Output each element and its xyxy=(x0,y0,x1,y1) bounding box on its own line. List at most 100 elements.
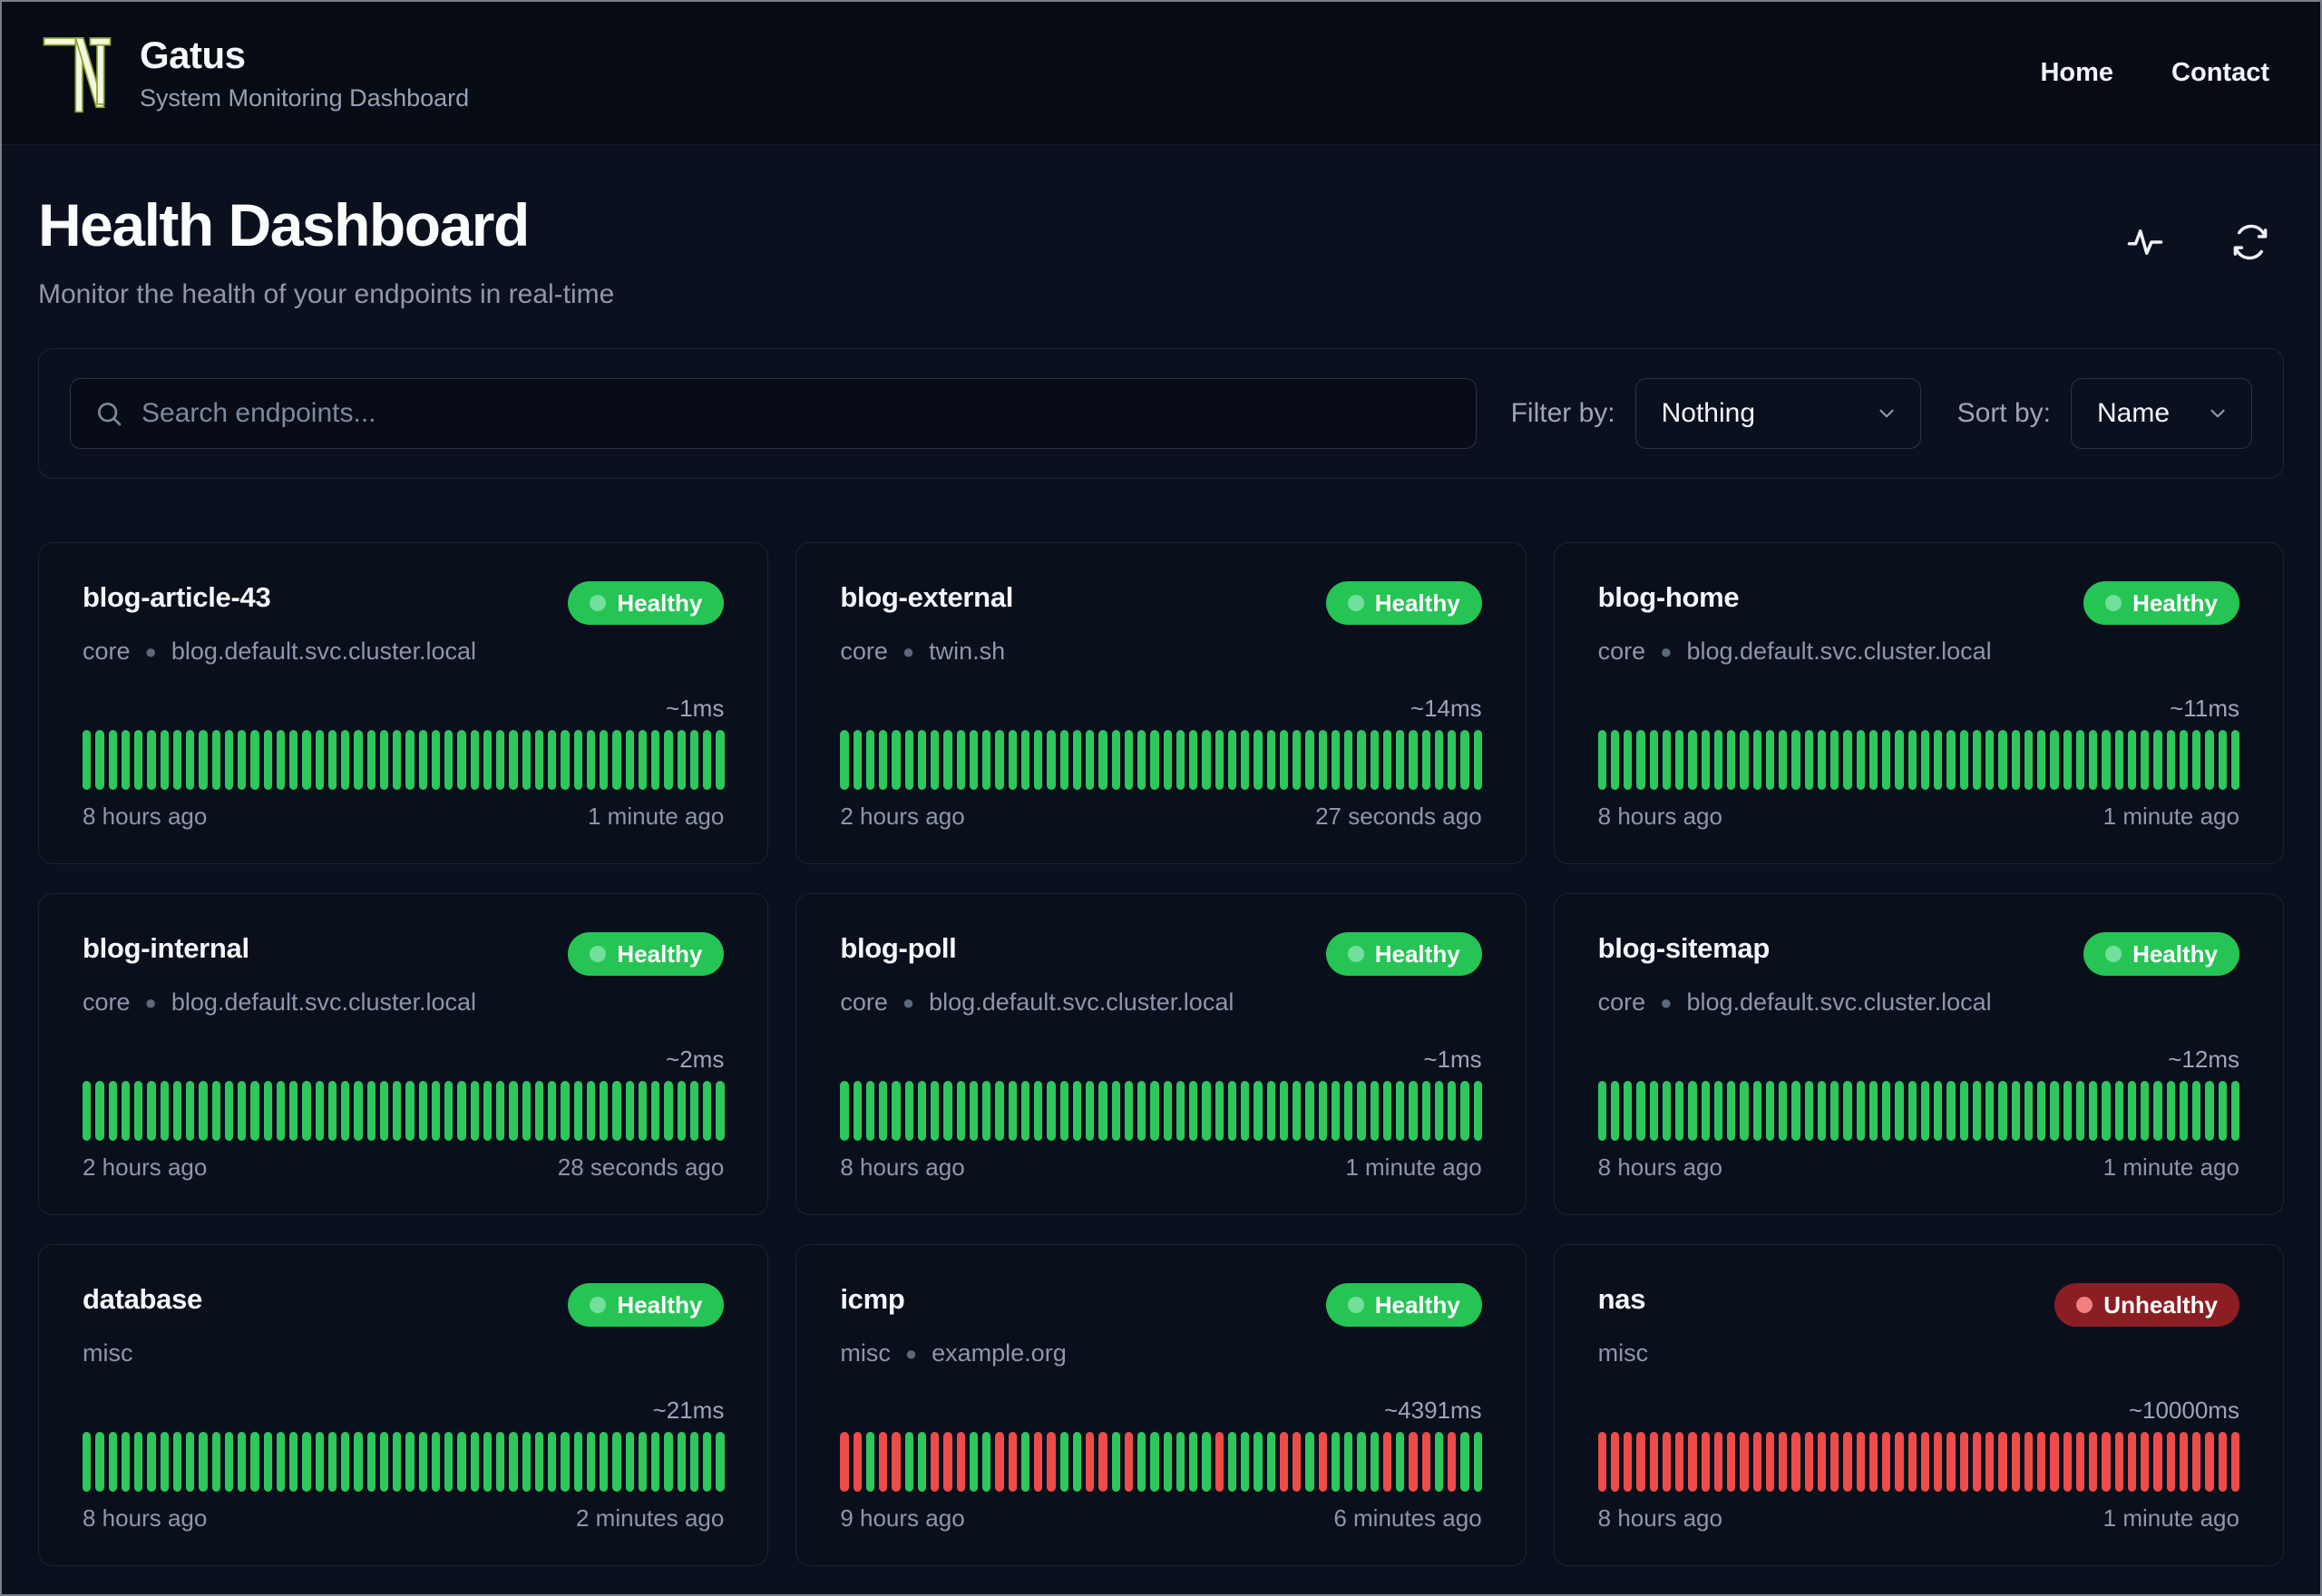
status-bar[interactable] xyxy=(677,1081,686,1141)
status-bar[interactable] xyxy=(1920,730,1930,790)
status-bar[interactable] xyxy=(586,730,595,790)
status-bar[interactable] xyxy=(147,1432,156,1492)
status-bar[interactable] xyxy=(1086,730,1095,790)
status-bar[interactable] xyxy=(1448,730,1457,790)
status-bar[interactable] xyxy=(1047,1432,1056,1492)
status-bar[interactable] xyxy=(1318,1081,1327,1141)
status-bar[interactable] xyxy=(677,1432,686,1492)
status-bar[interactable] xyxy=(431,730,440,790)
status-bar[interactable] xyxy=(418,730,427,790)
status-bar[interactable] xyxy=(982,1432,991,1492)
status-bar[interactable] xyxy=(315,730,324,790)
status-bar[interactable] xyxy=(341,1432,350,1492)
status-bar[interactable] xyxy=(172,730,181,790)
status-bar[interactable] xyxy=(1189,730,1198,790)
status-bar[interactable] xyxy=(892,1081,901,1141)
status-bar[interactable] xyxy=(1421,730,1430,790)
status-bar[interactable] xyxy=(2192,1081,2201,1141)
status-bar[interactable] xyxy=(865,730,875,790)
status-bar[interactable] xyxy=(1791,730,1800,790)
status-bar[interactable] xyxy=(354,1081,363,1141)
status-bar[interactable] xyxy=(1895,1081,1904,1141)
status-bar[interactable] xyxy=(1998,730,2007,790)
status-bar[interactable] xyxy=(2153,1432,2162,1492)
status-bar[interactable] xyxy=(1985,730,1995,790)
status-bar[interactable] xyxy=(1382,1432,1392,1492)
status-bar[interactable] xyxy=(1059,1081,1068,1141)
status-bar[interactable] xyxy=(1959,730,1968,790)
status-bar[interactable] xyxy=(327,1432,337,1492)
status-bar[interactable] xyxy=(1985,1432,1995,1492)
status-bar[interactable] xyxy=(1649,1432,1658,1492)
status-bar[interactable] xyxy=(561,1432,570,1492)
status-bar[interactable] xyxy=(1318,730,1327,790)
status-bar[interactable] xyxy=(664,1432,673,1492)
status-bar[interactable] xyxy=(1137,1081,1146,1141)
status-bar[interactable] xyxy=(1396,1432,1405,1492)
status-bar[interactable] xyxy=(211,730,220,790)
status-bar[interactable] xyxy=(840,1081,849,1141)
status-bar[interactable] xyxy=(1473,730,1482,790)
status-bar[interactable] xyxy=(1279,730,1289,790)
status-bar[interactable] xyxy=(522,1081,531,1141)
status-bar[interactable] xyxy=(1830,730,1839,790)
status-bar[interactable] xyxy=(366,1432,376,1492)
status-bar[interactable] xyxy=(995,1081,1004,1141)
status-bar[interactable] xyxy=(211,1432,220,1492)
status-bar[interactable] xyxy=(354,1432,363,1492)
status-bar[interactable] xyxy=(1460,1432,1469,1492)
status-bar[interactable] xyxy=(1934,1081,1943,1141)
status-bar[interactable] xyxy=(969,1432,979,1492)
status-bar[interactable] xyxy=(470,730,479,790)
status-bar[interactable] xyxy=(1331,730,1341,790)
status-bar[interactable] xyxy=(1305,1081,1314,1141)
status-bar[interactable] xyxy=(211,1081,220,1141)
status-bar[interactable] xyxy=(509,1432,518,1492)
status-bar[interactable] xyxy=(302,1432,311,1492)
status-bar[interactable] xyxy=(1293,730,1302,790)
status-bar[interactable] xyxy=(1972,1081,1982,1141)
status-bar[interactable] xyxy=(1227,730,1237,790)
status-bar[interactable] xyxy=(172,1081,181,1141)
status-bar[interactable] xyxy=(2166,1432,2175,1492)
status-bar[interactable] xyxy=(1727,730,1736,790)
status-bar[interactable] xyxy=(1357,730,1366,790)
status-bar[interactable] xyxy=(1137,1432,1146,1492)
status-bar[interactable] xyxy=(1882,1432,1891,1492)
status-bar[interactable] xyxy=(1020,730,1030,790)
status-bar[interactable] xyxy=(1740,1432,1749,1492)
status-bar[interactable] xyxy=(2141,1081,2150,1141)
status-bar[interactable] xyxy=(1765,1432,1775,1492)
status-bar[interactable] xyxy=(1370,1081,1379,1141)
status-bar[interactable] xyxy=(1946,730,1956,790)
status-bar[interactable] xyxy=(483,730,492,790)
status-bar[interactable] xyxy=(1409,730,1418,790)
status-bar[interactable] xyxy=(1959,1432,1968,1492)
status-bar[interactable] xyxy=(1189,1081,1198,1141)
status-bar[interactable] xyxy=(879,1081,888,1141)
status-bar[interactable] xyxy=(302,730,311,790)
status-bar[interactable] xyxy=(2179,1081,2189,1141)
status-bar[interactable] xyxy=(1972,1432,1982,1492)
status-bar[interactable] xyxy=(2075,1081,2085,1141)
status-bar[interactable] xyxy=(250,1081,259,1141)
status-bar[interactable] xyxy=(1409,1081,1418,1141)
status-bar[interactable] xyxy=(1331,1432,1341,1492)
status-bar[interactable] xyxy=(1266,1081,1275,1141)
status-bar[interactable] xyxy=(2089,1081,2098,1141)
nav-link-contact[interactable]: Contact xyxy=(2171,58,2269,88)
status-bar[interactable] xyxy=(160,1432,169,1492)
status-bar[interactable] xyxy=(1460,730,1469,790)
status-bar[interactable] xyxy=(600,1081,609,1141)
status-bar[interactable] xyxy=(625,730,634,790)
status-bar[interactable] xyxy=(1163,730,1172,790)
status-bar[interactable] xyxy=(1227,1432,1237,1492)
status-bar[interactable] xyxy=(586,1432,595,1492)
status-bar[interactable] xyxy=(1701,1432,1710,1492)
status-bar[interactable] xyxy=(366,1081,376,1141)
status-bar[interactable] xyxy=(2205,730,2214,790)
status-bar[interactable] xyxy=(289,730,298,790)
status-bar[interactable] xyxy=(1675,1081,1684,1141)
status-bar[interactable] xyxy=(1830,1432,1839,1492)
status-bar[interactable] xyxy=(2141,730,2150,790)
